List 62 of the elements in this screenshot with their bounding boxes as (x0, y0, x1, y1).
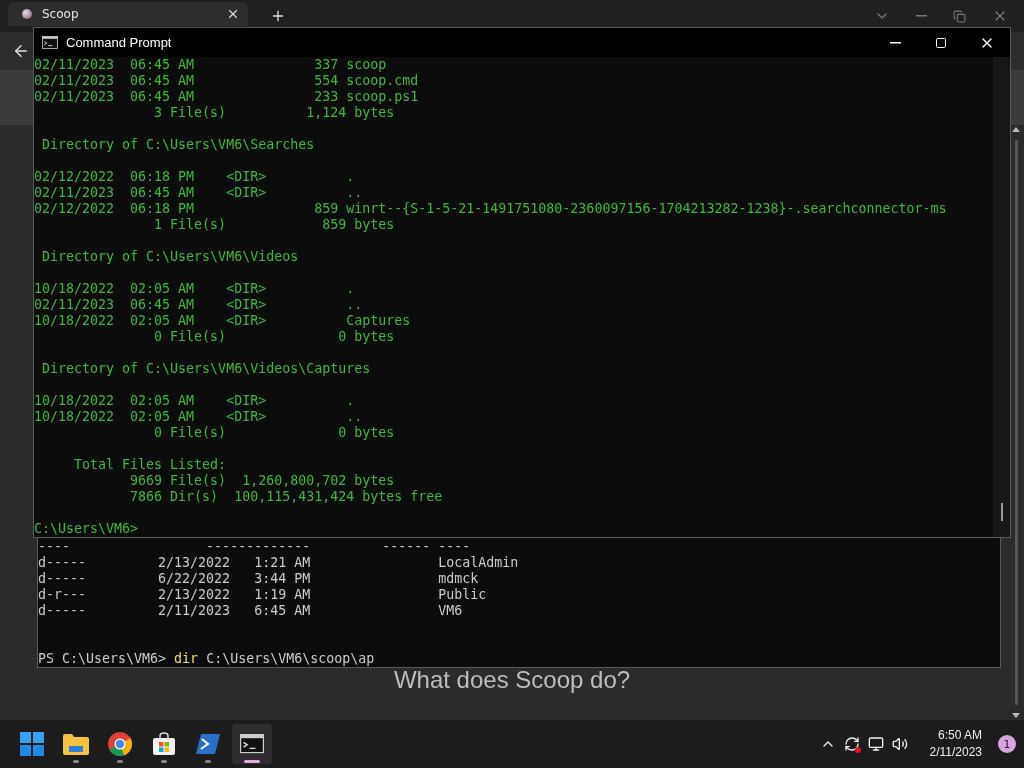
maximize-icon (935, 36, 947, 49)
terminal-line: 02/11/2023 06:45 AM <DIR> .. (34, 297, 363, 313)
terminal-line: ---- ------------- ------ ---- (38, 539, 471, 555)
terminal-line: 02/11/2023 06:45 AM <DIR> .. (34, 185, 363, 201)
terminal-line: 02/11/2023 06:45 AM 554 scoop.cmd (34, 73, 419, 89)
sync-icon[interactable] (843, 736, 860, 752)
terminal-line: 10/18/2022 02:05 AM <DIR> Captures (34, 313, 411, 329)
terminal-line: Directory of C:\Users\VM6\Searches (41, 137, 315, 153)
folder-icon (63, 733, 89, 755)
shopping-bag-icon (152, 732, 176, 756)
terminal-line: 3 File(s) 1,124 bytes (153, 105, 395, 121)
terminal-line: 10/18/2022 02:05 AM <DIR> .. (34, 409, 363, 425)
terminal-line: Total Files Listed: (73, 457, 227, 473)
speaker-icon[interactable] (891, 736, 908, 752)
minimize-icon (889, 41, 901, 44)
terminal-argument: C:\Users\VM6\scoop\ap (206, 651, 375, 667)
terminal-line: d----- 2/11/2023 6:45 AM VM6 (38, 603, 463, 619)
terminal-line: d----- 2/13/2022 1:21 AM LocalAdmin (38, 555, 519, 571)
favicon-icon (22, 9, 32, 19)
terminal-line: d----- 6/22/2022 3:44 PM mdmck (38, 571, 479, 587)
terminal-line: 9669 File(s) 1,260,800,702 bytes (129, 473, 395, 489)
clock-date: 2/11/2023 (929, 744, 982, 761)
terminal-line: 7866 Dir(s) 100,115,431,424 bytes free (129, 489, 443, 505)
plus-icon (270, 8, 286, 24)
terminal-line: 02/12/2022 06:18 PM 859 winrt--{S-1-5-21-1491751080-2360097156-1704213282-1238}-.searchconnector-ms (34, 201, 947, 217)
browser-tab[interactable]: Scoop (8, 2, 248, 26)
tab-title: Scoop (42, 7, 80, 21)
scroll-up-icon (1012, 127, 1020, 132)
monitor-icon[interactable] (867, 736, 884, 752)
terminal-line: 02/11/2023 06:45 AM 233 scoop.ps1 (34, 89, 419, 105)
scrollbar[interactable] (993, 57, 1010, 537)
minimize-icon (916, 15, 927, 17)
browser-icon (108, 732, 132, 756)
terminal-line: 02/11/2023 06:45 AM 337 scoop (34, 57, 387, 73)
new-tab-button[interactable] (270, 8, 286, 24)
terminal-line: Directory of C:\Users\VM6\Videos\Captures (41, 361, 371, 377)
terminal-line: 0 File(s) 0 bytes (153, 425, 395, 441)
restore-button[interactable] (953, 8, 966, 24)
windows-logo-icon (20, 732, 44, 756)
close-tab-button[interactable] (226, 7, 240, 21)
window-title: Command Prompt (66, 35, 173, 50)
notification-badge[interactable]: 1 (998, 735, 1016, 753)
console-icon (42, 36, 58, 49)
terminal-line: Directory of C:\Users\VM6\Videos (41, 249, 299, 265)
terminal-icon (240, 734, 264, 754)
terminal-line: d-r--- 2/13/2022 1:19 AM Public (38, 587, 487, 603)
terminal-command: dir (174, 651, 200, 667)
terminal-line: 10/18/2022 02:05 AM <DIR> . (34, 393, 355, 409)
back-button[interactable] (12, 42, 30, 60)
terminal-line: 02/12/2022 06:18 PM <DIR> . (34, 169, 355, 185)
clock-time: 6:50 AM (937, 727, 982, 744)
terminal-line: 10/18/2022 02:05 AM <DIR> . (34, 281, 355, 297)
powershell-icon (196, 734, 220, 754)
terminal-line: 0 File(s) 0 bytes (153, 329, 395, 345)
close-icon (226, 7, 240, 21)
scroll-down-icon (1012, 713, 1020, 718)
terminal-prompt: PS C:\Users\VM6> (38, 651, 168, 667)
terminal-line: 1 File(s) 859 bytes (153, 217, 395, 233)
terminal-line: C:\Users\VM6> (34, 521, 139, 537)
taskbar-app[interactable] (232, 724, 272, 764)
restore-icon (953, 9, 966, 23)
page-heading: What does Scoop do? (393, 666, 631, 694)
